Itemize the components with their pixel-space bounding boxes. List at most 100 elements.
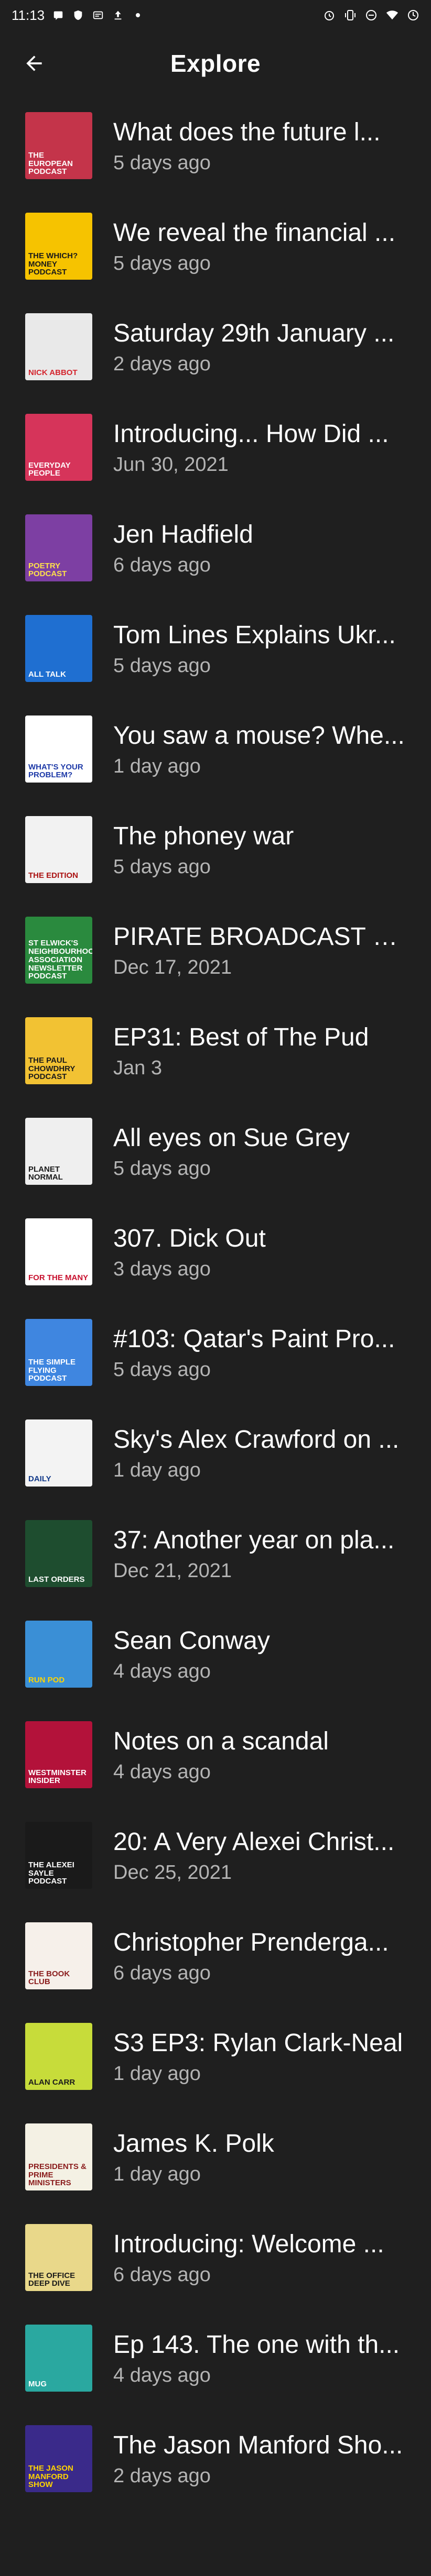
list-item[interactable]: The Book Club Christopher Prenderga... 6 d… [0, 1907, 431, 2007]
episode-title: 307. Dick Out [113, 1225, 266, 1252]
dnd-icon [365, 9, 378, 21]
podcast-artwork: Run Pod [25, 1621, 92, 1688]
episode-date: 5 days ago [113, 1158, 211, 1180]
list-item[interactable]: What's your problem? You saw a mouse? Whe… [0, 700, 431, 800]
status-right [323, 9, 419, 21]
episode-date: 1 day ago [113, 1459, 201, 1481]
podcast-artwork: The Simple Flying Podcast [25, 1319, 92, 1386]
podcast-artwork: For the Many [25, 1218, 92, 1285]
list-item[interactable]: The Office Deep Dive Introducing: Welcome… [0, 2208, 431, 2309]
list-item[interactable]: The Edition The phoney war 5 days ago [0, 800, 431, 901]
list-item[interactable]: Mug Ep 143. The one with th... 4 days ago [0, 2309, 431, 2409]
list-item[interactable]: Westminster Insider Notes on a scandal 4 d… [0, 1705, 431, 1806]
list-item[interactable]: Planet Normal All eyes on Sue Grey 5 days … [0, 1102, 431, 1203]
artwork-text: The Office Deep Dive [28, 2271, 76, 2288]
episode-title: 37: Another year on pla... [113, 1526, 395, 1554]
list-item[interactable]: The European Podcast What does the future… [0, 96, 431, 197]
podcast-artwork: The Which? Money podcast [25, 213, 92, 280]
episode-title: 20: A Very Alexei Christ... [113, 1828, 395, 1856]
list-item[interactable]: Poetry Podcast Jen Hadfield 6 days ago [0, 499, 431, 599]
episode-date: 1 day ago [113, 755, 201, 777]
list-item[interactable]: The Jason Manford Show The Jason Manford … [0, 2409, 431, 2510]
episode-title: EP31: Best of The Pud [113, 1023, 369, 1051]
episode-date: 6 days ago [113, 554, 211, 576]
vibrate-icon [344, 9, 357, 21]
episode-title: S3 EP3: Rylan Clark-Neal [113, 2029, 403, 2057]
artwork-text: St Elwick's Neighbourhood Association Ne… [28, 939, 92, 981]
artwork-text: The Paul Chowdhry Podcast [28, 1055, 76, 1082]
artwork-text: Everyday People [28, 460, 71, 478]
artwork-text: Poetry Podcast [28, 561, 67, 579]
episode-title: The phoney war [113, 822, 294, 850]
episode-title: Sean Conway [113, 1627, 270, 1655]
list-item[interactable]: The Which? Money podcast We reveal the fi… [0, 197, 431, 298]
episode-date: Dec 17, 2021 [113, 956, 232, 978]
episode-date: 5 days ago [113, 1359, 211, 1381]
list-item[interactable]: Daily Sky's Alex Crawford on ... 1 day ago [0, 1404, 431, 1504]
status-bar: 11:13 [0, 0, 431, 30]
list-item[interactable]: Nick Abbot Saturday 29th January ... 2 day… [0, 298, 431, 398]
episode-title: PIRATE BROADCAST E... [113, 923, 407, 951]
episode-date: Dec 25, 2021 [113, 1862, 232, 1884]
artwork-text: Planet Normal [28, 1164, 63, 1182]
episode-date: 4 days ago [113, 1660, 211, 1682]
podcast-artwork: Westminster Insider [25, 1721, 92, 1788]
upload-icon [112, 9, 124, 21]
episode-date: 5 days ago [113, 655, 211, 677]
podcast-artwork: Planet Normal [25, 1118, 92, 1185]
episode-date: 3 days ago [113, 1258, 211, 1280]
episode-title: Christopher Prenderga... [113, 1929, 389, 1956]
episode-date: 5 days ago [113, 252, 211, 274]
message-icon [52, 9, 64, 21]
shield-icon [72, 9, 84, 21]
list-item[interactable]: St Elwick's Neighbourhood Association Ne… [0, 901, 431, 1001]
episode-date: 4 days ago [113, 1761, 211, 1783]
podcast-artwork: Everyday People [25, 414, 92, 481]
list-item[interactable]: For the Many 307. Dick Out 3 days ago [0, 1203, 431, 1303]
artwork-text: The Which? Money podcast [28, 251, 78, 277]
podcast-artwork: Daily [25, 1419, 92, 1487]
podcast-artwork: Alan Carr [25, 2023, 92, 2090]
list-item[interactable]: Last Orders 37: Another year on pla... Dec… [0, 1504, 431, 1605]
artwork-text: The Alexei Sayle Podcast [28, 1860, 74, 1886]
battery-icon [407, 9, 419, 21]
podcast-artwork: All Talk [25, 615, 92, 682]
alarm-icon [323, 9, 336, 21]
episode-date: 6 days ago [113, 1962, 211, 1984]
episode-title: The Jason Manford Sho... [113, 2431, 403, 2459]
status-left: 11:13 [12, 7, 144, 24]
podcast-artwork: The Jason Manford Show [25, 2425, 92, 2492]
episode-title: Tom Lines Explains Ukr... [113, 621, 396, 649]
page-title: Explore [170, 50, 261, 77]
list-item[interactable]: Run Pod Sean Conway 4 days ago [0, 1605, 431, 1705]
artwork-text: Last Orders [28, 1575, 85, 1584]
artwork-text: Westminster Insider [28, 1768, 87, 1786]
back-button[interactable] [21, 50, 47, 76]
artwork-text: The European Podcast [28, 150, 73, 177]
podcast-artwork: Poetry Podcast [25, 514, 92, 581]
artwork-text: Mug [28, 2380, 47, 2389]
arrow-back-icon [26, 56, 42, 71]
podcast-artwork: The European Podcast [25, 112, 92, 179]
episode-title: Sky's Alex Crawford on ... [113, 1426, 400, 1454]
artwork-text: The Book Club [28, 1969, 70, 1987]
podcast-artwork: The Paul Chowdhry Podcast [25, 1017, 92, 1084]
episode-title: Ep 143. The one with th... [113, 2331, 400, 2359]
artwork-text: What's your problem? [28, 762, 83, 780]
podcast-artwork: The Office Deep Dive [25, 2224, 92, 2291]
podcast-artwork: The Edition [25, 816, 92, 883]
list-item[interactable]: Everyday People Introducing... How Did ..… [0, 398, 431, 499]
list-item[interactable]: Presidents & Prime Ministers James K. Pol… [0, 2108, 431, 2208]
list-item[interactable]: The Simple Flying Podcast #103: Qatar's P… [0, 1303, 431, 1404]
list-item[interactable]: All Talk Tom Lines Explains Ukr... 5 days … [0, 599, 431, 700]
list-item[interactable]: The Alexei Sayle Podcast 20: A Very Alexe… [0, 1806, 431, 1907]
episode-date: Jun 30, 2021 [113, 454, 229, 476]
list-item[interactable]: The Paul Chowdhry Podcast EP31: Best of T… [0, 1001, 431, 1102]
episode-date: Dec 21, 2021 [113, 1560, 232, 1582]
episode-date: 4 days ago [113, 2364, 211, 2386]
list-item[interactable]: Alan Carr S3 EP3: Rylan Clark-Neal 1 day a… [0, 2007, 431, 2108]
episode-title: Notes on a scandal [113, 1727, 329, 1755]
artwork-text: Daily [28, 1474, 51, 1484]
podcast-artwork: St Elwick's Neighbourhood Association Ne… [25, 917, 92, 984]
podcast-artwork: Nick Abbot [25, 313, 92, 380]
